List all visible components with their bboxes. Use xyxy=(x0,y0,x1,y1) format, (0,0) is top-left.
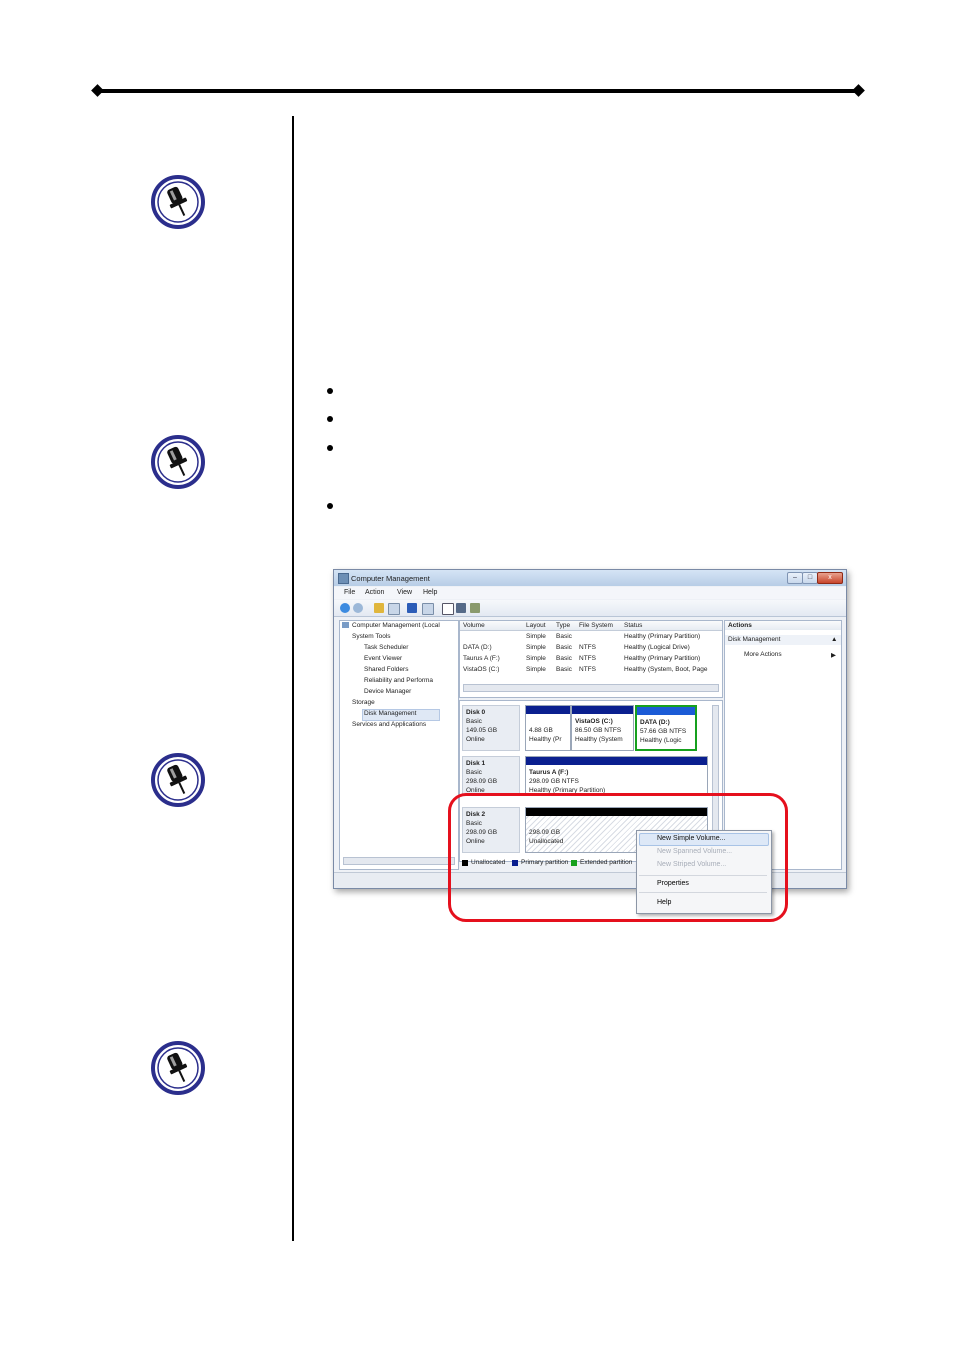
tree-item-storage[interactable]: Storage xyxy=(352,699,375,706)
menu-action[interactable]: Action xyxy=(365,589,384,596)
volume-row-name[interactable]: VistaOS (C:) xyxy=(463,666,499,673)
disk-type: Basic xyxy=(466,718,482,725)
disk-status: Online xyxy=(466,736,485,743)
show-hide-tree-icon[interactable] xyxy=(388,603,400,615)
note-pin-icon xyxy=(151,753,205,807)
volume-row-status: Healthy (System, Boot, Page xyxy=(624,666,708,673)
actions-section-disk-management[interactable]: Disk Management xyxy=(728,636,780,643)
properties-icon[interactable] xyxy=(456,603,466,613)
navigation-tree: Computer Management (Local System Tools … xyxy=(339,620,459,870)
volume-row-layout: Simple xyxy=(526,633,546,640)
up-folder-icon[interactable] xyxy=(374,603,384,613)
partition-vistaos[interactable]: VistaOS (C:) 86.50 GB NTFS Healthy (Syst… xyxy=(571,705,634,751)
header-rule-left-diamond xyxy=(91,84,104,97)
list-bullet xyxy=(327,503,333,509)
column-header-file-system[interactable]: File System xyxy=(579,622,613,629)
tree-item-root[interactable]: Computer Management (Local xyxy=(352,622,440,629)
margin-divider xyxy=(292,116,294,1241)
list-bullet xyxy=(327,388,333,394)
tree-item-event-viewer[interactable]: Event Viewer xyxy=(364,655,402,662)
volume-row-layout: Simple xyxy=(526,644,546,651)
column-header-volume[interactable]: Volume xyxy=(463,622,485,629)
tree-item-services[interactable]: Services and Applications xyxy=(352,721,426,728)
forward-icon[interactable] xyxy=(353,603,363,613)
tree-item-system-tools[interactable]: System Tools xyxy=(352,633,391,640)
collapse-icon[interactable]: ▲ xyxy=(831,636,837,643)
partition-recovery[interactable]: 4.88 GB Healthy (Pr xyxy=(525,705,571,751)
disk-name: Disk 0 xyxy=(466,709,486,716)
refresh-icon[interactable] xyxy=(470,603,480,613)
highlight-callout xyxy=(448,793,788,922)
view-icon[interactable] xyxy=(422,603,434,615)
partition-data[interactable]: DATA (D:) 57.66 GB NTFS Healthy (Logic xyxy=(635,705,697,751)
volume-row-status: Healthy (Primary Partition) xyxy=(624,655,701,662)
menu-bar: File Action View Help xyxy=(334,587,846,599)
note-pin-icon xyxy=(151,175,205,229)
volume-row-fs: NTFS xyxy=(579,644,596,651)
actions-more-actions[interactable]: More Actions xyxy=(744,651,782,658)
column-header-status[interactable]: Status xyxy=(624,622,642,629)
menu-help[interactable]: Help xyxy=(423,589,437,596)
list-bullet xyxy=(327,416,333,422)
header-rule xyxy=(97,89,859,93)
volume-list: Volume Layout Type File System Status Si… xyxy=(459,620,723,698)
volume-list-scrollbar[interactable] xyxy=(463,684,719,692)
tree-item-device-manager[interactable]: Device Manager xyxy=(364,688,411,695)
column-header-layout[interactable]: Layout xyxy=(526,622,546,629)
volume-row-status: Healthy (Primary Partition) xyxy=(624,633,701,640)
close-button[interactable]: x xyxy=(817,572,843,584)
volume-row-layout: Simple xyxy=(526,655,546,662)
disk-size: 298.09 GB xyxy=(466,778,498,785)
disk-0-label[interactable]: Disk 0 Basic 149.05 GB Online xyxy=(462,705,520,751)
actions-header: Actions xyxy=(728,622,752,629)
computer-management-icon xyxy=(338,573,349,584)
disk-type: Basic xyxy=(466,769,482,776)
volume-row-layout: Simple xyxy=(526,666,546,673)
window-title: Computer Management xyxy=(351,574,430,583)
tree-item-reliability[interactable]: Reliability and Performa xyxy=(364,677,433,684)
menu-view[interactable]: View xyxy=(397,589,412,596)
disk-1-label[interactable]: Disk 1 Basic 298.09 GB Online xyxy=(462,756,520,796)
column-header-type[interactable]: Type xyxy=(556,622,570,629)
volume-row-status: Healthy (Logical Drive) xyxy=(624,644,690,651)
minimize-button[interactable]: – xyxy=(787,572,803,584)
volume-row-fs: NTFS xyxy=(579,666,596,673)
back-icon[interactable] xyxy=(340,603,350,613)
note-pin-icon xyxy=(151,1041,205,1095)
volume-row-type: Basic xyxy=(556,644,572,651)
tree-item-shared-folders[interactable]: Shared Folders xyxy=(364,666,408,673)
header-rule-right-diamond xyxy=(852,84,865,97)
title-bar: Computer Management – □ x xyxy=(334,570,846,586)
volume-row-name[interactable]: DATA (D:) xyxy=(463,644,492,651)
note-pin-icon xyxy=(151,435,205,489)
help-topics-icon[interactable] xyxy=(442,603,454,615)
partition-taurus[interactable]: Taurus A (F:) 298.09 GB NTFS Healthy (Pr… xyxy=(525,756,708,796)
tree-item-task-scheduler[interactable]: Task Scheduler xyxy=(364,644,408,651)
volume-row-type: Basic xyxy=(556,666,572,673)
disk-name: Disk 1 xyxy=(466,760,486,767)
volume-row-name[interactable]: Taurus A (F:) xyxy=(463,655,500,662)
tree-icon xyxy=(342,622,349,630)
maximize-button[interactable]: □ xyxy=(802,572,818,584)
disk-size: 149.05 GB xyxy=(466,727,498,734)
volume-row-fs: NTFS xyxy=(579,655,596,662)
tree-item-disk-management[interactable]: Disk Management xyxy=(364,710,416,717)
tree-scrollbar[interactable] xyxy=(343,857,455,865)
help-icon[interactable] xyxy=(407,603,417,613)
menu-file[interactable]: File xyxy=(344,589,355,596)
list-bullet xyxy=(327,445,333,451)
submenu-arrow-icon: ▶ xyxy=(831,652,836,659)
volume-row-type: Basic xyxy=(556,655,572,662)
toolbar xyxy=(334,600,846,617)
volume-row-type: Basic xyxy=(556,633,572,640)
